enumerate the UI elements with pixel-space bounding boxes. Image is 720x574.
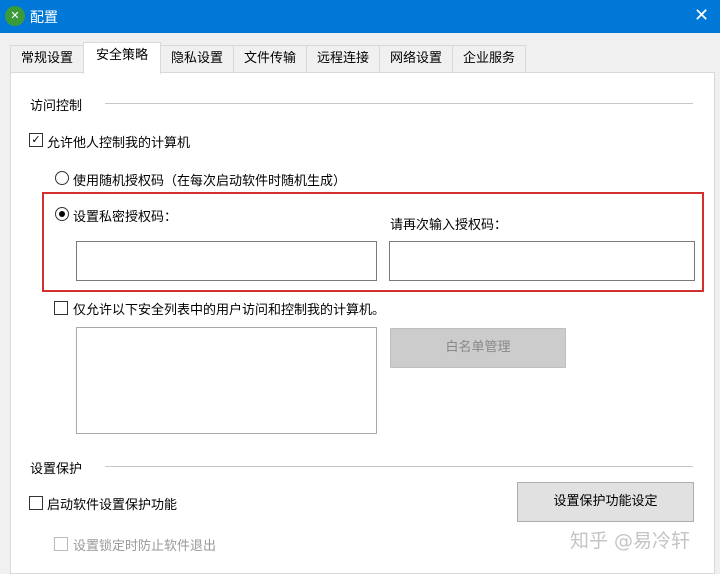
protection-settings-button[interactable]: 设置保护功能设定 — [517, 482, 694, 522]
allow-control-checkbox[interactable]: ✓ — [29, 133, 43, 147]
private-code-input[interactable] — [76, 241, 377, 281]
watermark: 知乎 @易冷轩 — [570, 530, 691, 552]
app-logo-icon: ✕ — [5, 6, 25, 26]
close-button[interactable]: ✕ — [694, 5, 709, 26]
whitelist-only-checkbox[interactable] — [54, 301, 68, 315]
tab-network[interactable]: 网络设置 — [379, 45, 453, 72]
reenter-code-label: 请再次输入授权码： — [390, 218, 508, 233]
whitelist-only-label: 仅允许以下安全列表中的用户访问和控制我的计算机。 — [73, 303, 386, 318]
window-title: 配置 — [30, 10, 58, 26]
allow-control-label: 允许他人控制我的计算机 — [47, 136, 191, 151]
tab-enterprise[interactable]: 企业服务 — [452, 45, 526, 72]
tab-privacy[interactable]: 隐私设置 — [160, 45, 234, 72]
title-bar: ✕ 配置 ✕ — [0, 0, 720, 33]
enable-protection-checkbox[interactable] — [29, 496, 43, 510]
divider — [105, 103, 693, 104]
random-code-label: 使用随机授权码（在每次启动软件时随机生成） — [73, 174, 347, 189]
whitelist-manage-button[interactable]: 白名单管理 — [390, 328, 566, 368]
tab-remote-connection[interactable]: 远程连接 — [306, 45, 380, 72]
private-code-radio[interactable] — [55, 207, 69, 221]
private-code-label: 设置私密授权码： — [73, 210, 178, 225]
enable-protection-label: 启动软件设置保护功能 — [47, 498, 178, 513]
tab-security[interactable]: 安全策略 — [83, 42, 161, 74]
divider — [105, 466, 693, 467]
prevent-exit-label: 设置锁定时防止软件退出 — [73, 539, 217, 554]
tab-general[interactable]: 常规设置 — [10, 45, 84, 72]
random-code-radio[interactable] — [55, 171, 69, 185]
prevent-exit-checkbox[interactable] — [54, 537, 68, 551]
section-access-control: 访问控制 — [30, 99, 83, 114]
tab-file-transfer[interactable]: 文件传输 — [233, 45, 307, 72]
reenter-code-input[interactable] — [389, 241, 695, 281]
whitelist-listbox[interactable] — [76, 327, 377, 434]
section-protection: 设置保护 — [30, 462, 83, 477]
